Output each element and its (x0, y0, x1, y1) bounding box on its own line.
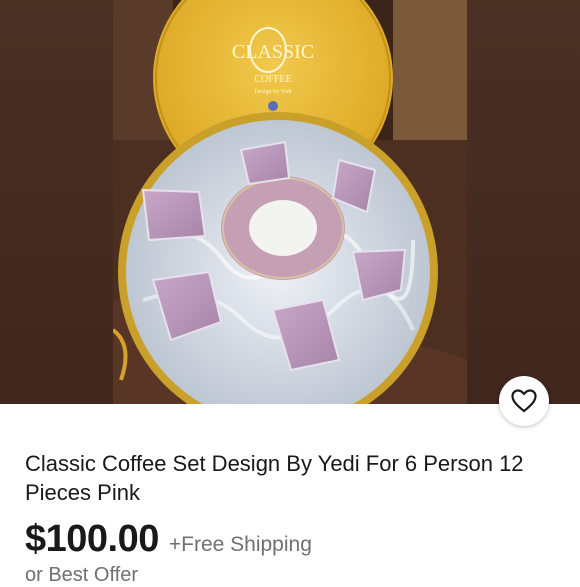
best-offer-label: or Best Offer (25, 564, 139, 586)
listing-title[interactable]: Classic Coffee Set Design By Yedi For 6 … (25, 449, 565, 507)
listing-photo-area[interactable]: CLASSIC COFFEE Design by Yedi (0, 0, 580, 404)
heart-outline-icon (511, 389, 537, 413)
shipping-info: +Free Shipping (168, 533, 312, 556)
svg-text:Design by Yedi: Design by Yedi (255, 89, 292, 95)
svg-text:COFFEE: COFFEE (254, 74, 291, 85)
listing-photo[interactable]: CLASSIC COFFEE Design by Yedi (113, 0, 467, 404)
coffee-set-image: CLASSIC COFFEE Design by Yedi (113, 0, 467, 404)
svg-text:CLASSIC: CLASSIC (232, 41, 314, 63)
price-row: $100.00 +Free Shipping (25, 518, 312, 561)
photo-padding-left (0, 0, 113, 404)
photo-padding-right (467, 0, 580, 404)
favorite-button[interactable] (499, 376, 549, 426)
listing-price: $100.00 (25, 518, 159, 560)
